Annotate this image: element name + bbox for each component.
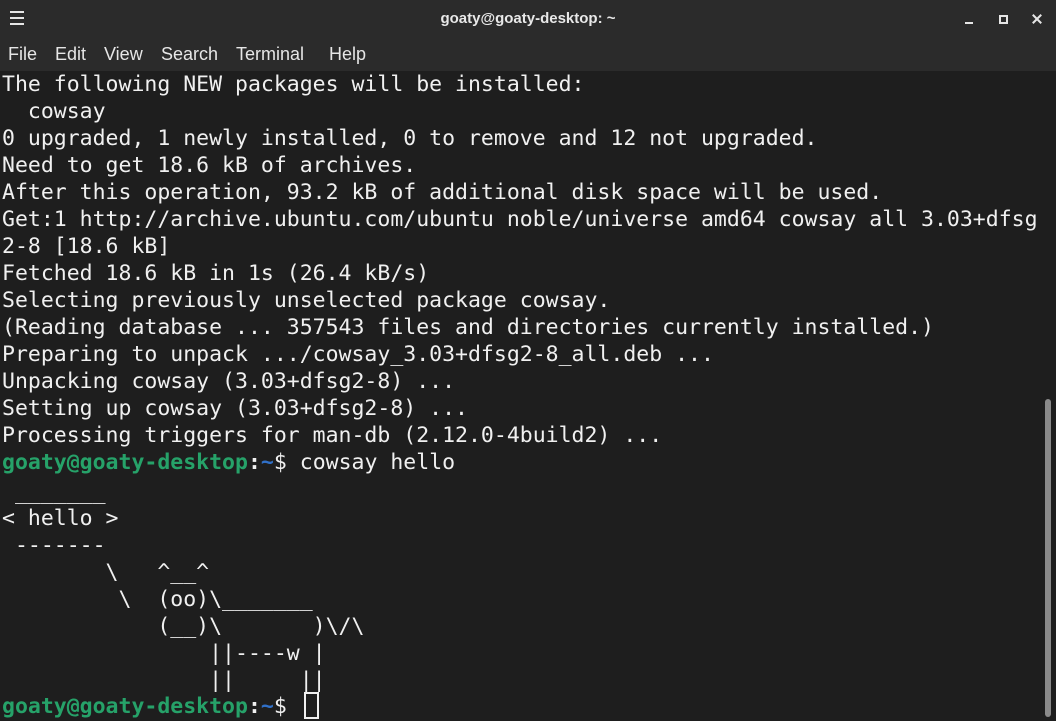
output-line: Need to get 18.6 kB of archives. <box>2 153 417 178</box>
prompt-directory: ~ <box>260 694 274 719</box>
minimize-icon[interactable] <box>958 8 980 30</box>
menu-terminal[interactable]: Terminal <box>236 38 304 71</box>
terminal-window: goaty@goaty-desktop: ~ File Edit View Se… <box>0 0 1056 721</box>
cow-line: \ ^__^ <box>2 560 210 585</box>
prompt-symbol: $ <box>273 450 300 475</box>
prompt-user-host: goaty@goaty-desktop <box>2 694 248 719</box>
prompt-symbol: $ <box>273 694 300 719</box>
menu-bar: File Edit View Search Terminal Help <box>0 38 1056 71</box>
menu-edit[interactable]: Edit <box>55 38 86 71</box>
cow-line: (__)\ )\/\ <box>2 614 365 639</box>
prompt-separator: : <box>247 694 261 719</box>
output-line: After this operation, 93.2 kB of additio… <box>2 180 883 205</box>
prompt-directory: ~ <box>260 450 274 475</box>
scrollbar-thumb[interactable] <box>1045 399 1051 717</box>
output-line: cowsay <box>2 99 106 124</box>
output-line: Fetched 18.6 kB in 1s (26.4 kB/s) <box>2 261 430 286</box>
cow-line: \ (oo)\_______ <box>2 587 313 612</box>
maximize-icon[interactable] <box>992 8 1014 30</box>
command-text: cowsay hello <box>299 450 456 475</box>
output-line: 2-8 [18.6 kB] <box>2 234 171 259</box>
output-line: Preparing to unpack .../cowsay_3.03+dfsg… <box>2 342 714 367</box>
close-icon[interactable] <box>1026 8 1048 30</box>
cow-line: _______ <box>2 480 106 505</box>
menu-view[interactable]: View <box>104 38 143 71</box>
output-line: Unpacking cowsay (3.03+dfsg2-8) ... <box>2 369 456 394</box>
cow-line: ------- <box>2 533 106 558</box>
output-line: 0 upgraded, 1 newly installed, 0 to remo… <box>2 126 818 151</box>
window-title: goaty@goaty-desktop: ~ <box>440 10 616 27</box>
prompt-separator: : <box>247 450 261 475</box>
prompt-line: goaty@goaty-desktop:~$ cowsay hello <box>2 449 455 476</box>
menu-help[interactable]: Help <box>329 38 366 71</box>
output-line: The following NEW packages will be insta… <box>2 72 585 97</box>
menu-file[interactable]: File <box>8 38 37 71</box>
output-line: (Reading database ... 357543 files and d… <box>2 315 934 340</box>
menu-search[interactable]: Search <box>161 38 218 71</box>
prompt-user-host: goaty@goaty-desktop <box>2 450 248 475</box>
output-line: Selecting previously unselected package … <box>2 288 611 313</box>
cow-line: ||----w | <box>2 641 326 666</box>
terminal-output[interactable]: The following NEW packages will be insta… <box>0 71 1040 721</box>
output-line: Get:1 http://archive.ubuntu.com/ubuntu n… <box>2 207 1038 232</box>
title-bar[interactable]: goaty@goaty-desktop: ~ <box>0 0 1056 38</box>
text-cursor <box>303 692 319 719</box>
cow-line: < hello > <box>2 506 119 531</box>
prompt-line: goaty@goaty-desktop:~$ <box>2 692 319 720</box>
output-line: Setting up cowsay (3.03+dfsg2-8) ... <box>2 396 468 421</box>
cow-line: || || <box>2 668 326 693</box>
scrollbar[interactable] <box>1040 71 1056 721</box>
output-line: Processing triggers for man-db (2.12.0-4… <box>2 423 663 448</box>
